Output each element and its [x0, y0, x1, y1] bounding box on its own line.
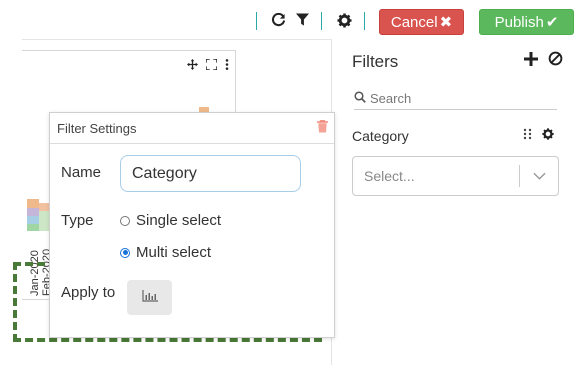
top-toolbar: Cancel ✖ Publish ✔	[0, 0, 580, 40]
filters-search[interactable]	[354, 88, 557, 110]
expand-icon[interactable]	[205, 58, 218, 73]
toolbar-separator	[256, 12, 257, 30]
publish-button[interactable]: Publish ✔	[479, 9, 574, 35]
toolbar-separator	[321, 12, 322, 30]
type-option-single[interactable]: Single select	[120, 212, 221, 229]
name-label: Name	[61, 164, 102, 181]
filters-actions	[524, 51, 563, 71]
plus-icon[interactable]	[524, 51, 538, 71]
bar-chart-icon	[141, 289, 158, 307]
search-input[interactable]	[370, 91, 550, 106]
gear-icon[interactable]	[542, 128, 554, 143]
category-tools	[523, 128, 554, 143]
check-icon: ✔	[545, 14, 559, 31]
name-field[interactable]: Category	[120, 155, 301, 192]
move-icon[interactable]	[187, 59, 198, 73]
drag-handle-icon[interactable]	[523, 128, 532, 143]
apply-to-label: Apply to	[61, 284, 116, 301]
category-select[interactable]: Select...	[352, 156, 559, 196]
type-option-label: Single select	[136, 212, 222, 229]
chart-tools	[187, 58, 229, 73]
radio-button[interactable]	[120, 215, 130, 226]
filter-settings-popup: Filter Settings Name Category Type Singl…	[49, 112, 335, 338]
search-icon	[354, 91, 366, 106]
popup-header: Filter Settings	[50, 113, 334, 144]
header-divider	[22, 39, 332, 40]
type-label: Type	[61, 212, 94, 229]
filters-title: Filters	[352, 52, 399, 71]
trash-icon[interactable]	[317, 120, 328, 138]
type-option-multi[interactable]: Multi select	[120, 244, 211, 261]
more-vertical-icon[interactable]	[225, 59, 229, 73]
gear-icon[interactable]	[336, 11, 352, 29]
popup-title: Filter Settings	[57, 121, 137, 136]
funnel-icon[interactable]	[294, 11, 310, 29]
chart-bar	[27, 216, 39, 224]
refresh-icon[interactable]	[270, 11, 286, 29]
type-option-label: Multi select	[136, 244, 212, 261]
publish-label: Publish	[494, 13, 544, 31]
radio-button[interactable]	[120, 247, 130, 258]
ban-icon[interactable]	[548, 51, 563, 71]
chart-bar	[39, 211, 49, 231]
chart-bar	[39, 203, 49, 211]
category-label: Category	[352, 128, 409, 144]
chart-bar	[27, 199, 39, 208]
category-select-placeholder: Select...	[364, 168, 415, 184]
close-icon: ✖	[439, 14, 453, 31]
cancel-button[interactable]: Cancel ✖	[379, 9, 464, 35]
apply-to-chart-button[interactable]	[127, 280, 172, 315]
toolbar-separator	[364, 12, 365, 30]
chevron-down-icon[interactable]	[520, 172, 558, 180]
chart-bar	[27, 224, 39, 231]
filters-pane: Filters Category Select...	[331, 40, 580, 365]
chart-bar	[27, 208, 39, 216]
cancel-label: Cancel	[390, 13, 438, 31]
